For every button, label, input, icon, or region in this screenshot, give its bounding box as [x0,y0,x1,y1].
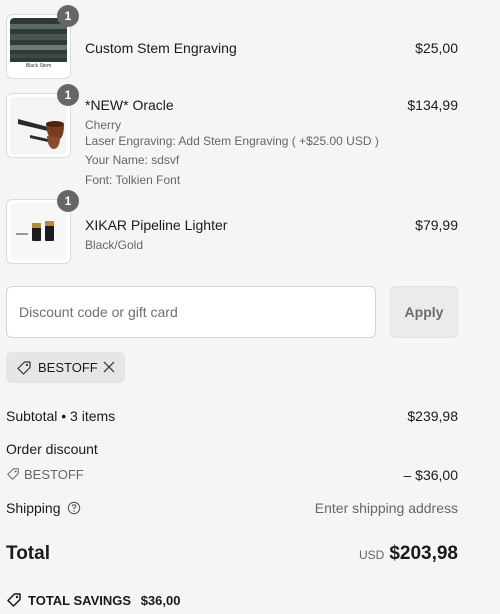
total-savings-label: TOTAL SAVINGS [28,593,132,608]
pipe-image [10,97,67,154]
product-thumbnail: 1 [6,190,79,264]
order-discount-label: Order discount [6,441,98,457]
discount-code-input[interactable] [6,286,376,338]
discount-value: – $36,00 [403,467,459,483]
product-thumbnail: 1 [6,84,79,158]
subtotal-row: Subtotal • 3 items $239,98 [6,408,458,424]
quantity-badge: 1 [57,190,79,212]
shipping-label: Shipping [6,500,61,516]
subtotal-label: Subtotal • 3 items [6,408,116,424]
item-name: XIKAR Pipeline Lighter [85,217,228,233]
savings-tag-icon [7,593,21,607]
item-variant: Black/Gold [85,238,144,252]
product-thumbnail: Black Stem 1 [6,5,79,79]
shipping-value: Enter shipping address [314,500,458,516]
quantity-badge: 1 [57,84,79,106]
shipping-row: Shipping Enter shipping address [6,500,458,516]
total-savings-row: TOTAL SAVINGS $36,00 [6,592,458,608]
discount-code: BESTOFF [24,467,84,482]
image-caption: Black Stem [25,63,52,69]
total-label: Total [6,543,50,564]
item-variant: Cherry [85,118,122,132]
tag-icon [7,468,19,480]
quantity-badge: 1 [57,5,79,27]
item-price: $79,99 [415,217,458,233]
line-item: 1 *NEW* Oracle $134,99 Cherry Laser Engr… [6,84,458,189]
item-price: $134,99 [407,97,458,113]
item-option-font: Font: Tolkien Font [85,173,181,187]
line-item: 1 XIKAR Pipeline Lighter $79,99 Black/Go… [6,190,458,265]
item-option-name: Your Name: sdsvf [85,153,180,167]
apply-discount-button[interactable]: Apply [390,286,458,338]
item-price: $25,00 [415,40,458,56]
subtotal-value: $239,98 [407,408,458,424]
item-option-engraving: Laser Engraving: Add Stem Engraving ( +$… [85,134,379,148]
line-item: Black Stem 1 Custom Stem Engraving $25,0… [6,5,458,80]
tag-icon [17,360,31,375]
total-value: $203,98 [389,543,458,564]
help-icon[interactable] [67,501,81,515]
total-savings-value: $36,00 [140,593,181,608]
discount-code-label: BESTOFF [38,360,98,375]
item-name: Custom Stem Engraving [85,40,237,56]
currency-code: USD [358,548,385,562]
total-row: Total USD $203,98 [6,543,458,571]
discount-code-row: BESTOFF – $36,00 [6,467,459,483]
applied-discount-chip: BESTOFF [6,352,125,383]
remove-discount-icon[interactable] [102,360,116,374]
item-name: *NEW* Oracle [85,97,174,113]
order-discount-row: Order discount [6,441,458,457]
lighter-image [10,203,67,260]
